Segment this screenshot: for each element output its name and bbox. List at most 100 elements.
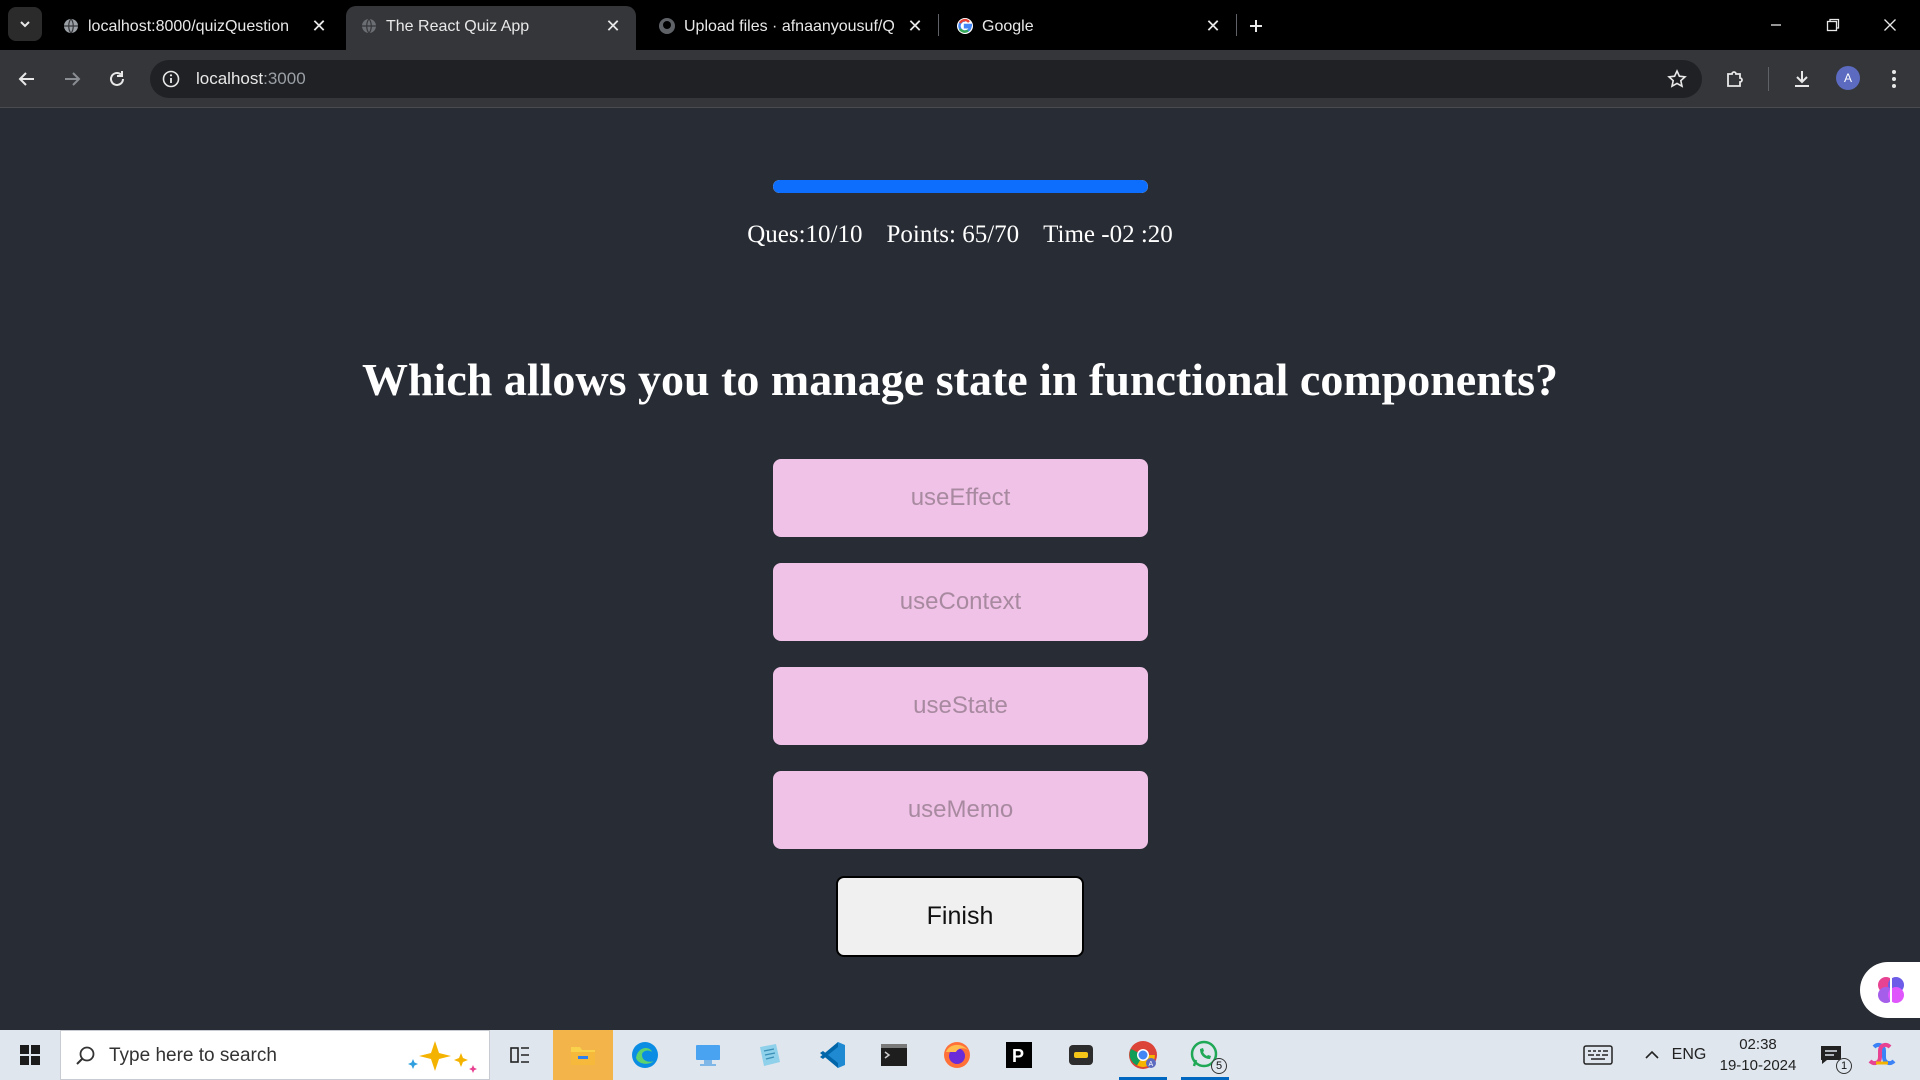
download-icon xyxy=(1795,71,1809,87)
terminal-icon xyxy=(881,1044,907,1066)
firefox-button[interactable] xyxy=(927,1030,987,1080)
tab-title: localhost:8000/quizQuestion xyxy=(88,18,288,35)
notifications-button[interactable]: 1 xyxy=(1812,1030,1852,1080)
browser-tab-bar: localhost:8000/quizQuestion ✕ The React … xyxy=(0,0,1920,50)
reload-icon xyxy=(110,71,124,86)
copilot-icon xyxy=(1868,1042,1896,1066)
svg-text:A: A xyxy=(1149,1061,1154,1068)
tab-title: Upload files · afnaanyousuf/Qui xyxy=(684,18,894,35)
system-clock[interactable]: 02:38 19-10-2024 xyxy=(1714,1034,1802,1076)
brain-icon xyxy=(1878,977,1904,1003)
this-pc-button[interactable] xyxy=(678,1030,738,1080)
tab-separator xyxy=(938,14,939,36)
close-tab-icon[interactable]: ✕ xyxy=(1202,15,1224,37)
tab-google[interactable]: Google ✕ xyxy=(942,6,1232,50)
game-app-button[interactable] xyxy=(1051,1030,1111,1080)
notes-app-button[interactable] xyxy=(740,1030,800,1080)
option-button[interactable]: useContext xyxy=(773,563,1148,641)
tab-separator xyxy=(1236,14,1237,36)
globe-icon xyxy=(360,17,378,35)
chrome-icon: A xyxy=(1129,1041,1157,1069)
tab-upload-files[interactable]: Upload files · afnaanyousuf/Qui ✕ xyxy=(644,6,934,50)
quiz-stats: Ques:10/10 Points: 65/70 Time -02 :20 xyxy=(0,221,1920,249)
github-icon xyxy=(658,17,676,35)
url-port: :3000 xyxy=(263,69,306,88)
taskbar-search-box[interactable]: Type here to search xyxy=(60,1030,490,1080)
forward-arrow-icon xyxy=(65,72,81,86)
question-text: Which allows you to manage state in func… xyxy=(361,354,1559,405)
svg-text:P: P xyxy=(1012,1046,1024,1066)
close-icon xyxy=(1884,19,1896,31)
profile-avatar[interactable]: A xyxy=(1836,66,1860,90)
option-button[interactable]: useEffect xyxy=(773,459,1148,537)
back-arrow-icon xyxy=(18,72,34,86)
timer-display: Time -02 :20 xyxy=(1043,221,1173,248)
tab-quiz-question[interactable]: localhost:8000/quizQuestion ✕ xyxy=(48,6,338,50)
floating-extension-button[interactable] xyxy=(1860,962,1920,1018)
tab-title: The React Quiz App xyxy=(386,18,530,35)
task-view-button[interactable] xyxy=(490,1030,550,1080)
task-view-icon xyxy=(510,1047,529,1063)
plus-icon xyxy=(1250,20,1262,32)
search-icon xyxy=(76,1046,95,1065)
tab-title: Google xyxy=(982,18,1034,35)
close-window-button[interactable] xyxy=(1870,8,1910,42)
google-icon xyxy=(956,17,974,35)
language-indicator[interactable]: ENG xyxy=(1668,1030,1710,1080)
chevron-down-icon xyxy=(20,21,30,28)
chrome-button[interactable]: A xyxy=(1113,1030,1173,1080)
option-button[interactable]: useState xyxy=(773,667,1148,745)
forward-button[interactable] xyxy=(54,61,90,97)
browser-toolbar: localhost:3000 xyxy=(0,50,1920,108)
minimize-icon xyxy=(1771,24,1781,26)
whatsapp-button[interactable]: 5 xyxy=(1175,1030,1235,1080)
minimize-button[interactable] xyxy=(1756,8,1796,42)
quiz-page: Ques:10/10 Points: 65/70 Time -02 :20 Wh… xyxy=(0,109,1920,1030)
start-button[interactable] xyxy=(0,1030,60,1080)
extensions-button[interactable] xyxy=(1721,65,1749,93)
show-hidden-icons-button[interactable] xyxy=(1638,1030,1666,1080)
computer-icon xyxy=(696,1045,720,1066)
url-text[interactable]: localhost:3000 xyxy=(196,69,306,89)
notification-badge: 1 xyxy=(1836,1058,1852,1074)
vscode-button[interactable] xyxy=(802,1030,862,1080)
file-explorer-icon xyxy=(571,1047,595,1065)
question-counter: Ques:10/10 xyxy=(747,221,863,248)
reload-button[interactable] xyxy=(99,61,135,97)
clock-date: 19-10-2024 xyxy=(1719,1057,1797,1074)
clock-time: 02:38 xyxy=(1739,1036,1777,1053)
windows-logo-icon xyxy=(20,1045,40,1065)
site-info-icon[interactable] xyxy=(160,68,182,90)
close-tab-icon[interactable]: ✕ xyxy=(308,15,330,37)
address-bar[interactable]: localhost:3000 xyxy=(150,60,1702,98)
copilot-button[interactable] xyxy=(1862,1030,1902,1080)
pycharm-icon: P xyxy=(1006,1042,1032,1068)
game-icon xyxy=(1069,1045,1093,1065)
option-button[interactable]: useMemo xyxy=(773,771,1148,849)
restore-button[interactable] xyxy=(1813,8,1853,42)
finish-button[interactable]: Finish xyxy=(836,876,1084,957)
browser-menu-button[interactable] xyxy=(1880,65,1908,93)
new-tab-button[interactable] xyxy=(1242,12,1270,40)
close-tab-icon[interactable]: ✕ xyxy=(904,15,926,37)
puzzle-icon xyxy=(1727,71,1743,87)
tab-react-quiz-app[interactable]: The React Quiz App ✕ xyxy=(346,6,636,50)
downloads-button[interactable] xyxy=(1788,65,1816,93)
keyboard-layout-button[interactable] xyxy=(1578,1030,1618,1080)
keyboard-icon xyxy=(1583,1045,1613,1065)
firefox-icon xyxy=(944,1042,970,1068)
windows-taskbar: Type here to search P A 5 ENG 02:38 19-1… xyxy=(0,1030,1920,1080)
edge-button[interactable] xyxy=(615,1030,675,1080)
terminal-button[interactable] xyxy=(864,1030,924,1080)
globe-icon xyxy=(62,17,80,35)
document-icon xyxy=(760,1044,780,1066)
pycharm-button[interactable]: P xyxy=(989,1030,1049,1080)
tab-search-button[interactable] xyxy=(8,7,42,41)
chevron-up-icon xyxy=(1645,1050,1659,1059)
toolbar-separator xyxy=(1768,67,1769,91)
whatsapp-badge: 5 xyxy=(1211,1058,1227,1074)
close-tab-icon[interactable]: ✕ xyxy=(602,15,624,37)
back-button[interactable] xyxy=(9,61,45,97)
file-explorer-button[interactable] xyxy=(553,1030,613,1080)
bookmark-star-icon[interactable] xyxy=(1666,68,1688,90)
